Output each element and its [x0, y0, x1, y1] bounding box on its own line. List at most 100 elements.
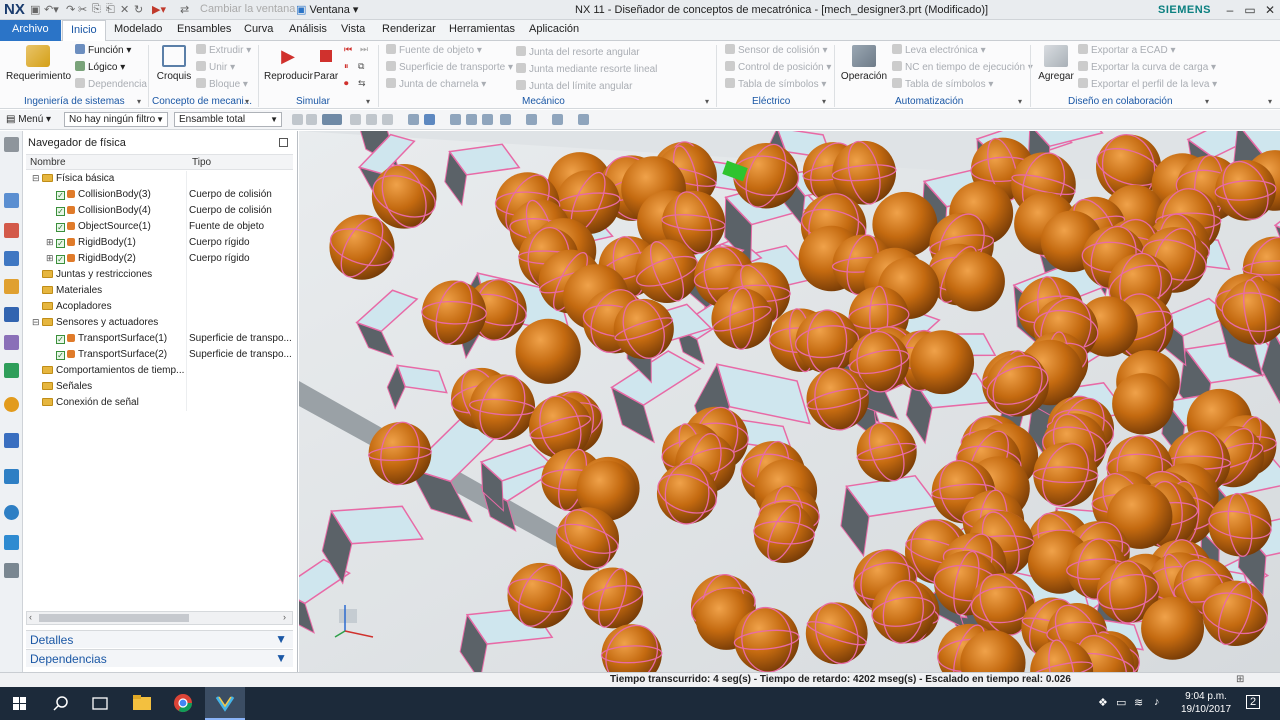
tab-modelado[interactable]: Modelado [114, 23, 162, 35]
change-window-button[interactable]: Cambiar la ventana [200, 3, 295, 15]
role-icon[interactable] [4, 535, 19, 550]
export-ecad-button[interactable]: Exportar a ECAD ▾ [1078, 44, 1176, 56]
tree-row[interactable]: ✓ CollisionBody(4) Cuerpo de colisión [26, 203, 293, 219]
angular-spring-joint-button[interactable]: Junta del resorte angular [516, 46, 640, 58]
tree-row[interactable]: Conexión de señal [26, 395, 293, 411]
angular-limit-joint-button[interactable]: Junta del límite angular [516, 80, 632, 92]
select-all-icon[interactable] [306, 114, 317, 125]
stop-button[interactable]: Parar [313, 45, 339, 82]
tree-row[interactable]: ✓ TransportSurface(2) Superficie de transp… [26, 347, 293, 363]
undo-icon[interactable]: ↶▾ [44, 3, 59, 16]
symbol-table-button[interactable]: Tabla de símbolos ▾ [725, 78, 826, 90]
system-navigator-icon[interactable] [4, 363, 19, 378]
tree-row[interactable]: ⊞ ✓ RigidBody(1) Cuerpo rígido [26, 235, 293, 251]
ribbon-options-icon[interactable]: ▾ [1268, 97, 1272, 106]
history-icon[interactable] [4, 397, 19, 412]
copy-icon[interactable]: ⎘ [92, 3, 101, 16]
maximize-button[interactable]: ▭ [1240, 1, 1260, 19]
play-macro-icon[interactable]: ▶▾ [152, 3, 166, 16]
volume-icon[interactable]: ♪ [1154, 696, 1160, 708]
zoom-icon[interactable] [466, 114, 477, 125]
menu-button[interactable]: ▤ Menú ▾ [6, 114, 51, 125]
visibility-checkbox[interactable]: ✓ [56, 335, 65, 344]
tree-row[interactable]: ✓ TransportSurface(1) Superficie de transp… [26, 331, 293, 347]
snap-icon[interactable] [350, 114, 361, 125]
search-taskbar-button[interactable] [40, 687, 80, 720]
window-menu[interactable]: ▣ Ventana ▾ [296, 3, 358, 16]
function-button[interactable]: Función ▾ [75, 44, 131, 56]
extrude-button[interactable]: Extrudir ▾ [196, 44, 251, 56]
visibility-checkbox[interactable]: ✓ [56, 223, 65, 232]
sequence-editor-icon[interactable] [4, 223, 19, 238]
group-expand-icon[interactable]: ▾ [1018, 97, 1022, 106]
layer-icon[interactable] [552, 114, 563, 125]
display-icon[interactable] [578, 114, 589, 125]
delete-icon[interactable]: ✕ [120, 3, 129, 16]
save-icon[interactable]: ▣ [30, 3, 40, 16]
runtime-nc-button[interactable]: NC en tiempo de ejecución ▾ [892, 61, 1033, 73]
3d-scene[interactable] [299, 131, 1280, 672]
taskbar-clock[interactable]: 9:04 p.m. 19/10/2017 [1178, 690, 1234, 716]
play-button[interactable]: ▶ Reproducir [264, 45, 313, 82]
dependency-button[interactable]: Dependencia [75, 78, 147, 90]
file-explorer-button[interactable] [122, 687, 162, 720]
symbol-table-auto-button[interactable]: Tabla de símbolos ▾ [892, 78, 993, 90]
notification-center-button[interactable]: 2 [1246, 695, 1261, 709]
palette-icon[interactable] [4, 469, 19, 484]
column-type-header[interactable]: Tipo [192, 157, 211, 168]
tab-renderizar[interactable]: Renderizar [382, 23, 436, 35]
tree-row[interactable]: Comportamientos de tiemp... [26, 363, 293, 379]
selection-mode-icon[interactable] [322, 114, 342, 125]
snapshot-icon[interactable]: ⧉ [358, 61, 364, 72]
settings-icon[interactable] [4, 137, 19, 152]
visibility-checkbox[interactable]: ✓ [56, 207, 65, 216]
minimize-button[interactable]: – [1220, 1, 1240, 19]
dropbox-icon[interactable]: ❖ [1098, 696, 1108, 709]
sketch-button[interactable]: Croquis [154, 45, 194, 82]
shading-icon[interactable] [526, 114, 537, 125]
tab-archivo[interactable]: Archivo [0, 20, 61, 41]
battery-icon[interactable]: ▭ [1116, 696, 1126, 709]
export-cam-profile-button[interactable]: Exportar el perfil de la leva ▾ [1078, 78, 1217, 90]
group-expand-icon[interactable]: ▾ [705, 97, 709, 106]
fit-icon[interactable] [450, 114, 461, 125]
rotate-icon[interactable] [482, 114, 493, 125]
tree-row[interactable]: ⊟ Sensores y actuadores [26, 315, 293, 331]
hinge-joint-button[interactable]: Junta de charnela ▾ [386, 78, 486, 90]
section-icon[interactable] [500, 114, 511, 125]
object-source-button[interactable]: Fuente de objeto ▾ [386, 44, 482, 56]
physics-navigator-icon[interactable] [4, 193, 19, 208]
redo-icon[interactable]: ↷ [66, 3, 75, 16]
tab-inicio[interactable]: Inicio [62, 20, 106, 42]
requirement-button[interactable]: Requerimiento [6, 45, 71, 82]
close-window-button[interactable]: ✕ [1260, 1, 1280, 19]
tree-row[interactable]: ✓ CollisionBody(3) Cuerpo de colisión [26, 187, 293, 203]
tree-row[interactable]: Juntas y restricciones [26, 267, 293, 283]
scroll-right-icon[interactable]: › [283, 612, 286, 622]
web-browser-icon[interactable] [4, 433, 19, 448]
pause-icon[interactable]: ⏸ [344, 61, 349, 72]
add-button[interactable]: Agregar [1036, 45, 1076, 82]
scroll-left-icon[interactable]: ‹ [29, 612, 32, 622]
unite-button[interactable]: Unir ▾ [196, 61, 235, 73]
constraint-navigator-icon[interactable] [4, 307, 19, 322]
touch-mode-icon[interactable]: ⇄ [180, 3, 189, 16]
render-style-icon[interactable] [408, 114, 419, 125]
group-expand-icon[interactable]: ▾ [366, 97, 370, 106]
tree-row[interactable]: ⊟ Física básica [26, 171, 293, 187]
logic-button[interactable]: Lógico ▾ [75, 61, 125, 73]
nx-taskbar-button[interactable] [205, 687, 245, 720]
linear-spring-joint-button[interactable]: Junta mediante resorte lineal [516, 63, 657, 75]
maximize-panel-button[interactable] [279, 138, 288, 147]
group-expand-icon[interactable]: ▾ [137, 97, 141, 106]
visibility-checkbox[interactable]: ✓ [56, 255, 65, 264]
speed-icon[interactable]: ⇆ [358, 78, 366, 89]
part-navigator-icon[interactable] [4, 251, 19, 266]
expand-toggle-icon[interactable]: ⊟ [32, 317, 40, 328]
step-forward-icon[interactable]: ⏭ [360, 44, 368, 55]
rewind-icon[interactable]: ⏮ [344, 44, 352, 55]
group-expand-icon[interactable]: ▾ [1205, 97, 1209, 106]
dependencies-panel-header[interactable]: Dependencias ▼ [26, 649, 293, 667]
chrome-button[interactable] [163, 687, 203, 720]
tab-analisis[interactable]: Análisis [289, 23, 327, 35]
